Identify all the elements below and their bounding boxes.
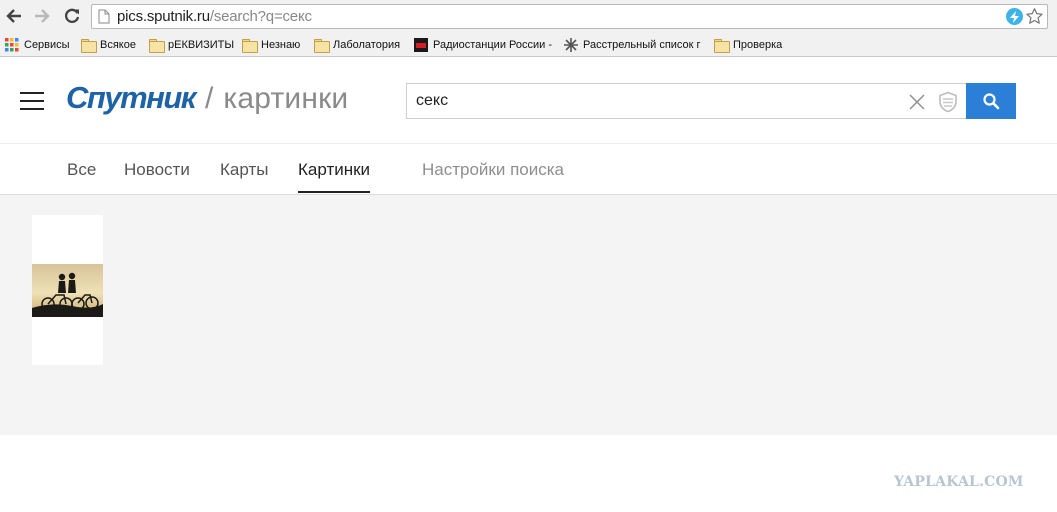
tab-news[interactable]: Новости: [124, 160, 190, 180]
folder-icon: [314, 38, 330, 53]
site-logo[interactable]: Спутник / картинки: [66, 80, 348, 116]
menu-hamburger-icon[interactable]: [20, 90, 45, 110]
url-path: /search?q=секс: [209, 8, 312, 25]
reload-icon: [64, 8, 80, 23]
page-icon: [98, 9, 110, 24]
bookmark-star-icon[interactable]: [1025, 7, 1044, 26]
asterisk-favicon-icon: [564, 38, 578, 52]
url-host: pics.sputnik.ru: [117, 8, 210, 25]
bookmark-label: Проверка: [733, 39, 783, 51]
logo-section-title: картинки: [223, 82, 349, 115]
arrow-left-icon: [6, 9, 21, 23]
search-box: [406, 83, 967, 119]
bookmark-execution-list[interactable]: Расстрельный список г: [564, 37, 701, 53]
apps-grid-icon: [5, 38, 19, 52]
logo-separator: /: [205, 82, 214, 115]
bookmark-label: Радиостанции России -: [433, 39, 553, 51]
search-icon: [983, 93, 1000, 110]
radio-favicon-icon: [414, 38, 428, 52]
image-result-card[interactable]: [32, 215, 103, 365]
bookmark-services[interactable]: Сервисы: [5, 37, 70, 53]
site-header: Спутник / картинки: [0, 58, 1057, 144]
bookmark-label: Сервисы: [24, 39, 70, 51]
bookmark-label: рЕКВИЗИТЫ: [168, 39, 235, 51]
bookmark-folder-rekvizity[interactable]: рЕКВИЗИТЫ: [149, 37, 234, 53]
logo-sputnik: Спутник: [66, 80, 197, 115]
search-input[interactable]: [416, 90, 896, 112]
browser-toolbar: pics.sputnik.ru/search?q=секс: [0, 0, 1057, 33]
watermark-text: YAPLAKAL.COM: [894, 474, 1024, 490]
folder-icon: [149, 38, 165, 53]
tab-images[interactable]: Картинки: [298, 160, 371, 193]
shield-icon[interactable]: [937, 91, 959, 113]
back-button[interactable]: [3, 5, 25, 27]
folder-icon: [242, 38, 258, 53]
arrow-right-icon: [35, 9, 50, 23]
bookmark-label: Незнаю: [261, 39, 301, 51]
tab-all[interactable]: Все: [67, 160, 96, 180]
bookmark-radio-stations[interactable]: Радиостанции России -: [414, 37, 552, 53]
forward-button[interactable]: [31, 5, 53, 27]
bookmark-label: Расстрельный список г: [583, 39, 701, 51]
folder-icon: [81, 38, 97, 53]
image-results: [0, 195, 1057, 435]
folder-icon: [714, 38, 730, 53]
reload-button[interactable]: [61, 5, 83, 27]
url-text[interactable]: pics.sputnik.ru/search?q=секс: [117, 8, 312, 25]
bookmark-label: Лаболатория: [333, 39, 401, 51]
result-thumbnail-image[interactable]: [32, 264, 103, 317]
search-tabs: Все Новости Карты Картинки Настройки пои…: [0, 144, 1057, 195]
tab-search-settings[interactable]: Настройки поиска: [422, 160, 564, 180]
tab-maps[interactable]: Карты: [220, 160, 268, 180]
address-bar[interactable]: pics.sputnik.ru/search?q=секс: [91, 4, 1048, 29]
bookmark-folder-proverka[interactable]: Проверка: [714, 37, 782, 53]
bookmark-folder-vsyakoe[interactable]: Всякое: [81, 37, 136, 53]
clear-search-icon[interactable]: [908, 93, 926, 111]
search-button[interactable]: [966, 83, 1016, 119]
bookmark-label: Всякое: [100, 39, 136, 51]
extension-lightning-icon[interactable]: [1006, 8, 1023, 25]
bookmark-folder-labolatoriya[interactable]: Лаболатория: [314, 37, 400, 53]
bookmark-folder-neznayu[interactable]: Незнаю: [242, 37, 300, 53]
bookmarks-bar: Сервисы Всякое рЕКВИЗИТЫ Незнаю Лаболато…: [0, 33, 1057, 57]
